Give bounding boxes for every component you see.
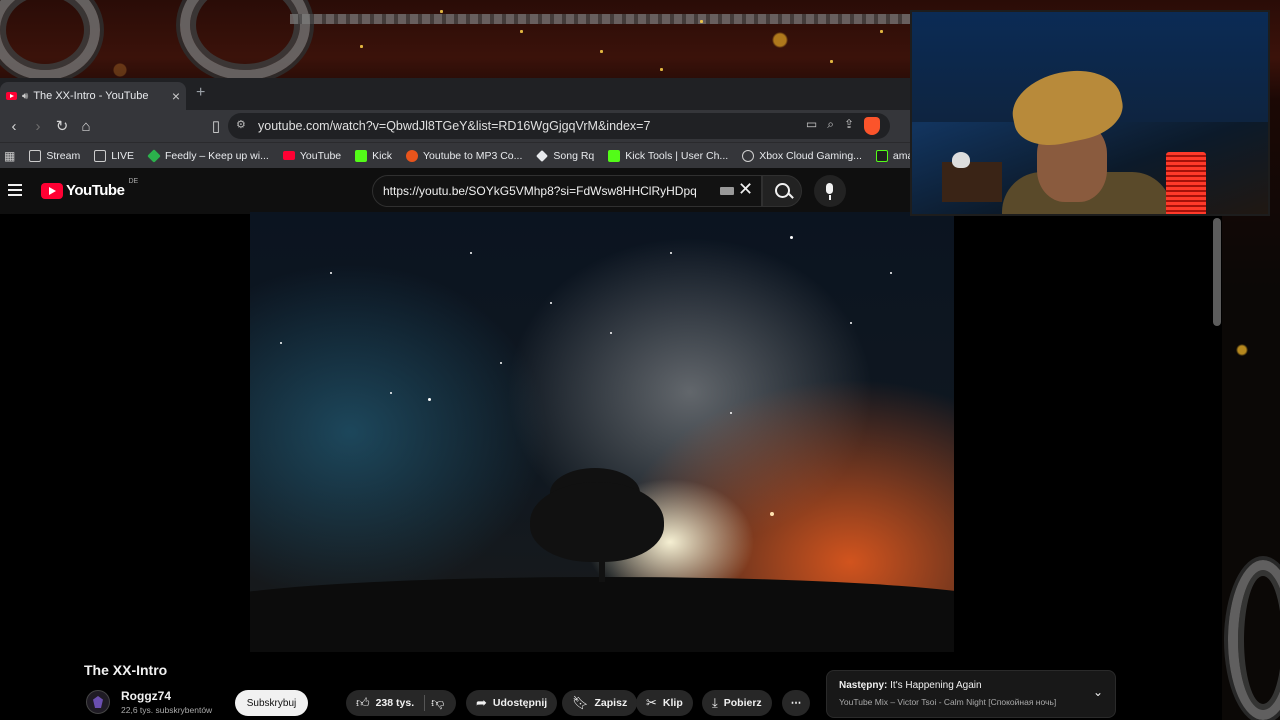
ember-particle <box>520 30 523 33</box>
video-title: The XX-Intro <box>84 662 168 678</box>
ember-particle <box>660 68 663 71</box>
bookmark-item[interactable]: Xbox Cloud Gaming... <box>742 149 862 162</box>
logo-country: DE <box>128 178 139 185</box>
ember-particle <box>880 30 883 33</box>
address-bar[interactable]: ⚙ youtube.com/watch?v=QbwdJl8TGeY&list=R… <box>228 113 890 139</box>
scissors-icon: ✂ <box>646 695 657 710</box>
download-icon: ⤓ <box>712 695 718 710</box>
search-input[interactable]: https://youtu.be/SOYkG5VMhp8?si=FdWsw8HH… <box>372 175 762 207</box>
bookmark-item[interactable]: LIVE <box>94 149 134 162</box>
download-button[interactable]: ⤓ Pobierz <box>702 690 772 716</box>
next-up-title: Następny: It's Happening Again <box>839 680 982 691</box>
diamond-icon <box>536 149 549 162</box>
search-button[interactable] <box>762 175 802 207</box>
webcam-overlay <box>910 10 1270 216</box>
tab-active[interactable]: 🔊︎ The XX-Intro - YouTube × <box>0 82 186 110</box>
bookmark-item[interactable]: YouTube <box>282 150 341 162</box>
zoom-icon[interactable]: ⌕ <box>827 117 834 135</box>
bookmark-item[interactable]: amadixx - strea <box>875 149 910 162</box>
youtube-header: YouTube DE https://youtu.be/SOYkG5VMhp8?… <box>0 168 910 214</box>
thumbs-down-icon[interactable]: 👎︎ <box>431 695 444 711</box>
home-icon[interactable]: ⌂ <box>74 114 98 138</box>
save-icon: 🔖︎ <box>572 695 589 710</box>
bookmark-item[interactable]: Youtube to MP3 Co... <box>405 149 522 162</box>
apps-grid-icon[interactable]: ▦ <box>4 149 15 163</box>
avatar[interactable] <box>86 690 110 714</box>
save-button[interactable]: 🔖︎ Zapisz <box>562 690 638 716</box>
knot-border-decoration <box>290 14 910 24</box>
subscribe-button[interactable]: Subskrybuj <box>235 690 308 716</box>
next-up-playlist: YouTube Mix – Victor Tsoi - Calm Night [… <box>839 697 1057 707</box>
like-button[interactable]: 👍︎ 238 tys. 👎︎ <box>346 690 456 716</box>
tab-title: The XX-Intro - YouTube <box>33 90 149 102</box>
close-icon[interactable]: × <box>172 88 180 104</box>
folder-icon <box>94 149 107 162</box>
channel-name[interactable]: Roggz74 <box>121 689 171 703</box>
youtube-favicon-icon <box>6 92 17 100</box>
kick-icon <box>608 149 621 162</box>
ember-particle <box>360 45 363 48</box>
bookmarks-bar: ▦ Stream LIVE Feedly – Keep up wi... You… <box>0 142 910 168</box>
ember-particle <box>830 60 833 63</box>
brave-shield-icon[interactable] <box>864 117 880 135</box>
speaker-icon[interactable]: 🔊︎ <box>22 91 28 102</box>
bookmark-item[interactable]: Stream <box>29 149 80 162</box>
folder-icon <box>29 149 42 162</box>
scrollbar-thumb[interactable] <box>1213 218 1221 326</box>
cast-icon[interactable]: ▭ <box>806 117 817 135</box>
logo-text: YouTube <box>66 182 125 199</box>
back-icon[interactable]: ‹ <box>2 114 26 138</box>
browser-toolbar: ‹ › ↻ ⌂ ▯ ⚙ youtube.com/watch?v=QbwdJl8T… <box>0 110 910 142</box>
reload-icon[interactable]: ↻ <box>50 114 74 138</box>
bookmark-icon[interactable]: ▯ <box>204 114 228 138</box>
keyboard-icon[interactable] <box>720 187 734 195</box>
next-up-card[interactable]: Następny: It's Happening Again YouTube M… <box>826 670 1116 718</box>
converter-icon <box>405 149 418 162</box>
browser-tab-bar: 🔊︎ The XX-Intro - YouTube × + <box>0 78 910 110</box>
red-light <box>1166 152 1206 214</box>
tree-trunk <box>599 542 605 582</box>
video-player[interactable] <box>250 212 954 652</box>
kick-icon <box>355 149 368 162</box>
youtube-play-icon <box>41 182 63 199</box>
more-icon: ⋯ <box>790 697 802 709</box>
ember-particle <box>700 20 703 23</box>
menu-icon[interactable] <box>8 184 22 196</box>
bookmark-item[interactable]: Song Rq <box>536 150 594 162</box>
bookmark-item[interactable]: Kick Tools | User Ch... <box>608 149 728 162</box>
youtube-logo[interactable]: YouTube DE <box>41 178 138 199</box>
forward-icon[interactable]: › <box>26 114 50 138</box>
ember-particle <box>600 50 603 53</box>
share-icon[interactable]: ⇪ <box>844 117 854 135</box>
share-button[interactable]: ➦ Udostępnij <box>466 690 558 716</box>
like-count: 238 tys. <box>375 697 415 709</box>
stream-icon <box>875 149 888 162</box>
microphone-icon[interactable] <box>814 175 846 207</box>
feedly-icon <box>147 148 161 163</box>
skull-decoration <box>952 152 970 168</box>
clip-button[interactable]: ✂ Klip <box>636 690 693 716</box>
new-tab-button[interactable]: + <box>196 84 205 102</box>
chevron-down-icon[interactable]: ⌄ <box>1093 685 1103 699</box>
youtube-icon <box>282 151 295 160</box>
ember-particle <box>440 10 443 13</box>
more-actions-button[interactable]: ⋯ <box>782 690 810 716</box>
bookmark-item[interactable]: Feedly – Keep up wi... <box>147 148 269 163</box>
hill-silhouette <box>250 577 954 652</box>
share-arrow-icon: ➦ <box>476 695 487 710</box>
search-value[interactable]: https://youtu.be/SOYkG5VMhp8?si=FdWsw8HH… <box>383 184 697 198</box>
bookmark-item[interactable]: Kick <box>355 149 392 162</box>
tree-silhouette <box>530 482 664 562</box>
webcam-shelf <box>942 162 1002 202</box>
xbox-icon <box>742 149 755 162</box>
subscriber-count: 22,6 tys. subskrybentów <box>121 705 213 715</box>
clear-search-icon[interactable]: ✕ <box>738 179 753 200</box>
address-url[interactable]: youtube.com/watch?v=QbwdJl8TGeY&list=RD1… <box>258 119 650 133</box>
site-settings-icon[interactable]: ⚙ <box>236 118 246 131</box>
thumbs-up-icon: 👍︎ <box>356 695 370 710</box>
